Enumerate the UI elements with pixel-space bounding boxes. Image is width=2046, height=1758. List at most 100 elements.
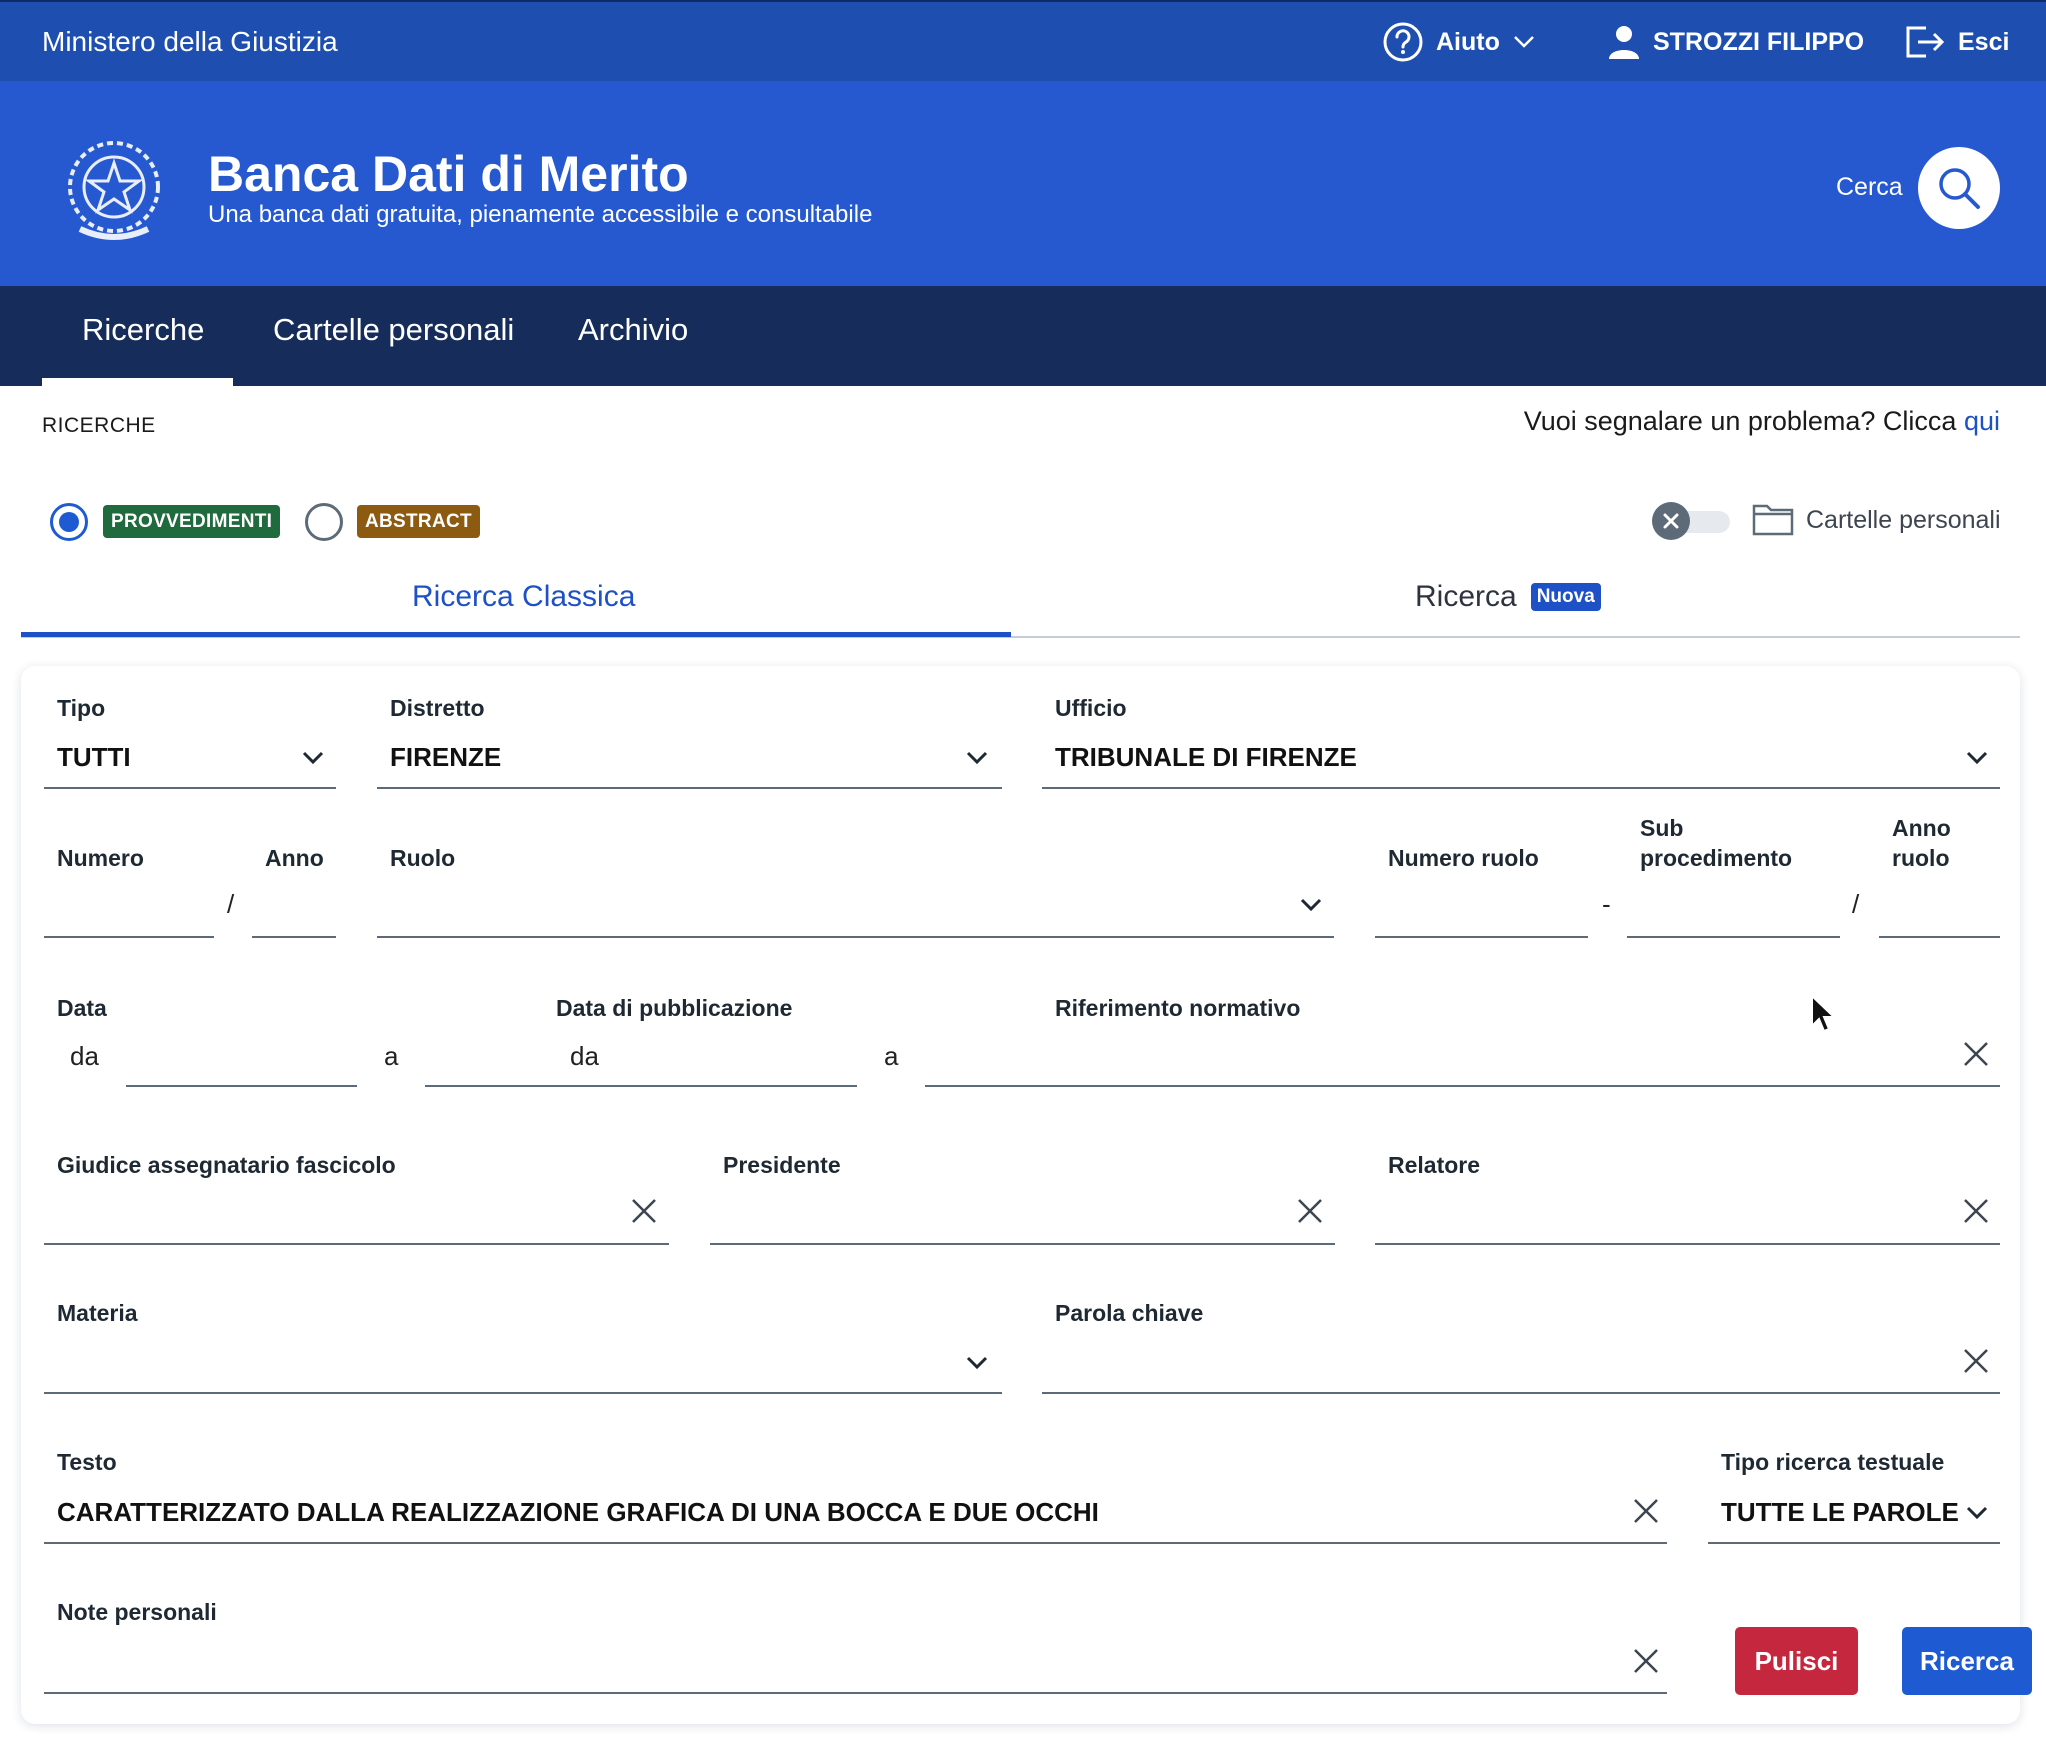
ministry-name: Ministero della Giustizia	[42, 26, 338, 57]
dash-separator: -	[1602, 889, 1611, 919]
tab-ricerca-classica[interactable]: Ricerca Classica	[412, 580, 635, 614]
riferimento-normativo-input[interactable]	[925, 1085, 2000, 1087]
riferimento-normativo-label: Riferimento normativo	[1055, 995, 1301, 1021]
chevron-down-icon	[1513, 36, 1534, 48]
clear-icon[interactable]	[1963, 1348, 1989, 1374]
tab-ricerca-nuova[interactable]: Ricerca Nuova	[1415, 580, 1601, 614]
anno-ruolo-label-2: ruolo	[1892, 845, 1950, 871]
breadcrumb: RICERCHE	[42, 414, 156, 437]
clear-icon[interactable]	[1297, 1198, 1323, 1224]
site-header: Banca Dati di Merito Una banca dati grat…	[0, 81, 2046, 286]
tipo-ricerca-testuale-select[interactable]	[1708, 1542, 2000, 1544]
clear-icon[interactable]	[631, 1198, 657, 1224]
logout-button[interactable]: Esci	[1904, 20, 2009, 64]
report-problem: Vuoi segnalare un problema? Clicca qui	[1524, 406, 2000, 437]
report-text: Vuoi segnalare un problema? Clicca	[1523, 406, 1957, 436]
data-pub-from-label: da	[570, 1041, 599, 1071]
nav-item-ricerche[interactable]: Ricerche	[82, 312, 204, 348]
data-pub-from-input[interactable]	[657, 1085, 857, 1087]
parola-chiave-label: Parola chiave	[1055, 1300, 1204, 1326]
chevron-down-icon	[1966, 751, 1988, 765]
tab-active-indicator	[21, 632, 1011, 637]
sub-procedimento-label-2: procedimento	[1640, 845, 1793, 871]
tipo-ricerca-testuale-value: TUTTE LE PAROLE	[1721, 1497, 1959, 1527]
anno-ruolo-input[interactable]	[1879, 936, 2000, 938]
anno-ruolo-label-1: Anno	[1892, 815, 1951, 841]
numero-label: Numero	[57, 845, 144, 871]
sub-procedimento-input[interactable]	[1627, 936, 1840, 938]
sub-procedimento-label-1: Sub	[1640, 815, 1684, 841]
anno-input[interactable]	[252, 936, 336, 938]
materia-label: Materia	[57, 1300, 138, 1326]
chevron-down-icon	[1966, 1506, 1988, 1520]
user-name: STROZZI FILIPPO	[1653, 27, 1865, 56]
clear-icon[interactable]	[1963, 1198, 1989, 1224]
radio-abstract[interactable]	[305, 503, 343, 541]
logout-icon	[1906, 26, 1945, 58]
provvedimenti-badge: PROVVEDIMENTI	[103, 505, 281, 538]
site-title: Banca Dati di Merito	[208, 146, 689, 202]
new-badge: Nuova	[1530, 583, 1601, 611]
close-icon	[1663, 513, 1679, 529]
republic-emblem-icon	[68, 141, 160, 240]
parola-chiave-input[interactable]	[1042, 1392, 2000, 1394]
data-from-input[interactable]	[126, 1085, 357, 1087]
data-pubblicazione-label: Data di pubblicazione	[556, 995, 793, 1021]
folders-toggle[interactable]	[1652, 502, 1734, 540]
nav-item-cartelle-personali[interactable]: Cartelle personali	[273, 312, 514, 348]
data-to-input[interactable]	[425, 1085, 657, 1087]
folders-label: Cartelle personali	[1806, 506, 2001, 534]
help-label: Aiuto	[1436, 27, 1500, 56]
nav-item-archivio[interactable]: Archivio	[578, 312, 688, 348]
testo-value: CARATTERIZZATO DALLA REALIZZAZIONE GRAFI…	[57, 1497, 1099, 1527]
site-subtitle: Una banca dati gratuita, pienamente acce…	[208, 201, 873, 228]
anno-label: Anno	[265, 845, 324, 871]
logout-label: Esci	[1958, 27, 2010, 56]
ruolo-label: Ruolo	[390, 845, 456, 871]
slash-separator: /	[1852, 889, 1860, 919]
relatore-input[interactable]	[1375, 1243, 2000, 1245]
data-to-label: a	[384, 1041, 399, 1071]
clear-icon[interactable]	[1633, 1498, 1659, 1524]
submit-search-button[interactable]: Ricerca	[1902, 1627, 2032, 1695]
numero-input[interactable]	[44, 936, 214, 938]
help-menu[interactable]: Aiuto	[1382, 20, 1536, 64]
ufficio-select[interactable]	[1042, 787, 2000, 789]
materia-select[interactable]	[44, 1392, 1002, 1394]
tab-ricerca-label: Ricerca	[1415, 580, 1517, 613]
report-link[interactable]: qui	[1964, 406, 2000, 436]
clear-button[interactable]: Pulisci	[1735, 1627, 1858, 1695]
data-from-label: da	[70, 1041, 99, 1071]
top-bar: Ministero della Giustizia Aiuto STROZZI …	[0, 0, 2046, 81]
tipo-label: Tipo	[57, 695, 106, 721]
distretto-value: FIRENZE	[390, 742, 502, 772]
testo-label: Testo	[57, 1449, 117, 1475]
tipo-ricerca-testuale-label: Tipo ricerca testuale	[1721, 1449, 1945, 1475]
chevron-down-icon	[1300, 898, 1322, 912]
note-personali-input[interactable]	[44, 1692, 1667, 1694]
ruolo-select[interactable]	[377, 936, 1334, 938]
clear-icon[interactable]	[1963, 1041, 1989, 1067]
distretto-select[interactable]	[377, 787, 1002, 789]
relatore-label: Relatore	[1388, 1152, 1481, 1178]
giudice-input[interactable]	[44, 1243, 669, 1245]
testo-input[interactable]	[44, 1542, 1667, 1544]
help-icon	[1383, 22, 1423, 62]
toggle-knob	[1652, 502, 1690, 540]
user-icon	[1609, 26, 1639, 59]
data-pub-to-label: a	[884, 1041, 899, 1071]
search-label: Cerca	[1836, 173, 1903, 201]
chevron-down-icon	[966, 751, 988, 765]
user-menu[interactable]: STROZZI FILIPPO	[1607, 20, 1864, 64]
radio-provvedimenti[interactable]	[50, 503, 88, 541]
presidente-input[interactable]	[710, 1243, 1335, 1245]
ufficio-label: Ufficio	[1055, 695, 1127, 721]
search-button[interactable]	[1918, 147, 2000, 229]
ufficio-value: TRIBUNALE DI FIRENZE	[1055, 742, 1357, 772]
search-icon	[1939, 168, 1980, 209]
numero-ruolo-input[interactable]	[1375, 936, 1588, 938]
clear-icon[interactable]	[1633, 1648, 1659, 1674]
search-form-card	[21, 666, 2020, 1724]
tipo-select[interactable]	[44, 787, 336, 789]
giudice-label: Giudice assegnatario fascicolo	[57, 1152, 396, 1178]
